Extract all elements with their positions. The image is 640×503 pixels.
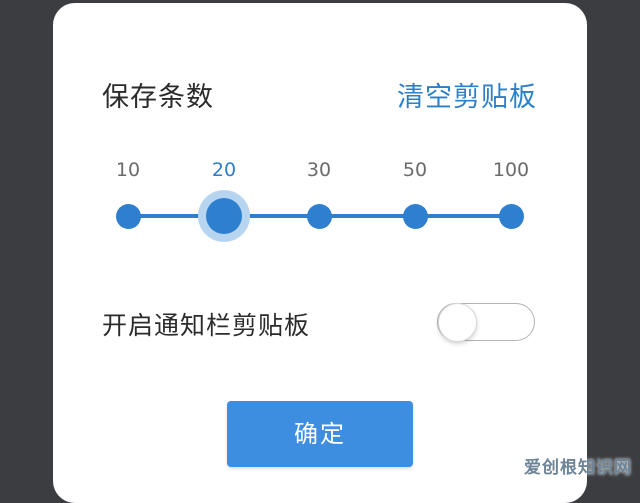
slider-tick-label-10: 10 [115,159,141,181]
clear-clipboard-button[interactable]: 清空剪贴板 [397,78,537,118]
slider-stop-100[interactable] [498,203,524,229]
slider-tick-label-30: 30 [306,159,332,181]
notification-clipboard-toggle[interactable] [437,303,535,342]
slider-stop-50[interactable] [402,203,428,229]
confirm-button[interactable]: 确定 [227,401,413,467]
toggle-knob [438,303,477,342]
save-count-title: 保存条数 [102,82,214,113]
watermark-text: 爱创根知识网 [524,458,632,478]
slider-stop-10[interactable] [115,203,141,229]
slider-tick-label-50: 50 [402,159,428,181]
notification-clipboard-label: 开启通知栏剪贴板 [102,311,311,340]
slider-tick-label-20: 20 [211,159,237,181]
slider-tick-label-100: 100 [492,159,530,181]
slider-stop-30[interactable] [306,203,332,229]
slider-thumb[interactable] [206,198,242,234]
